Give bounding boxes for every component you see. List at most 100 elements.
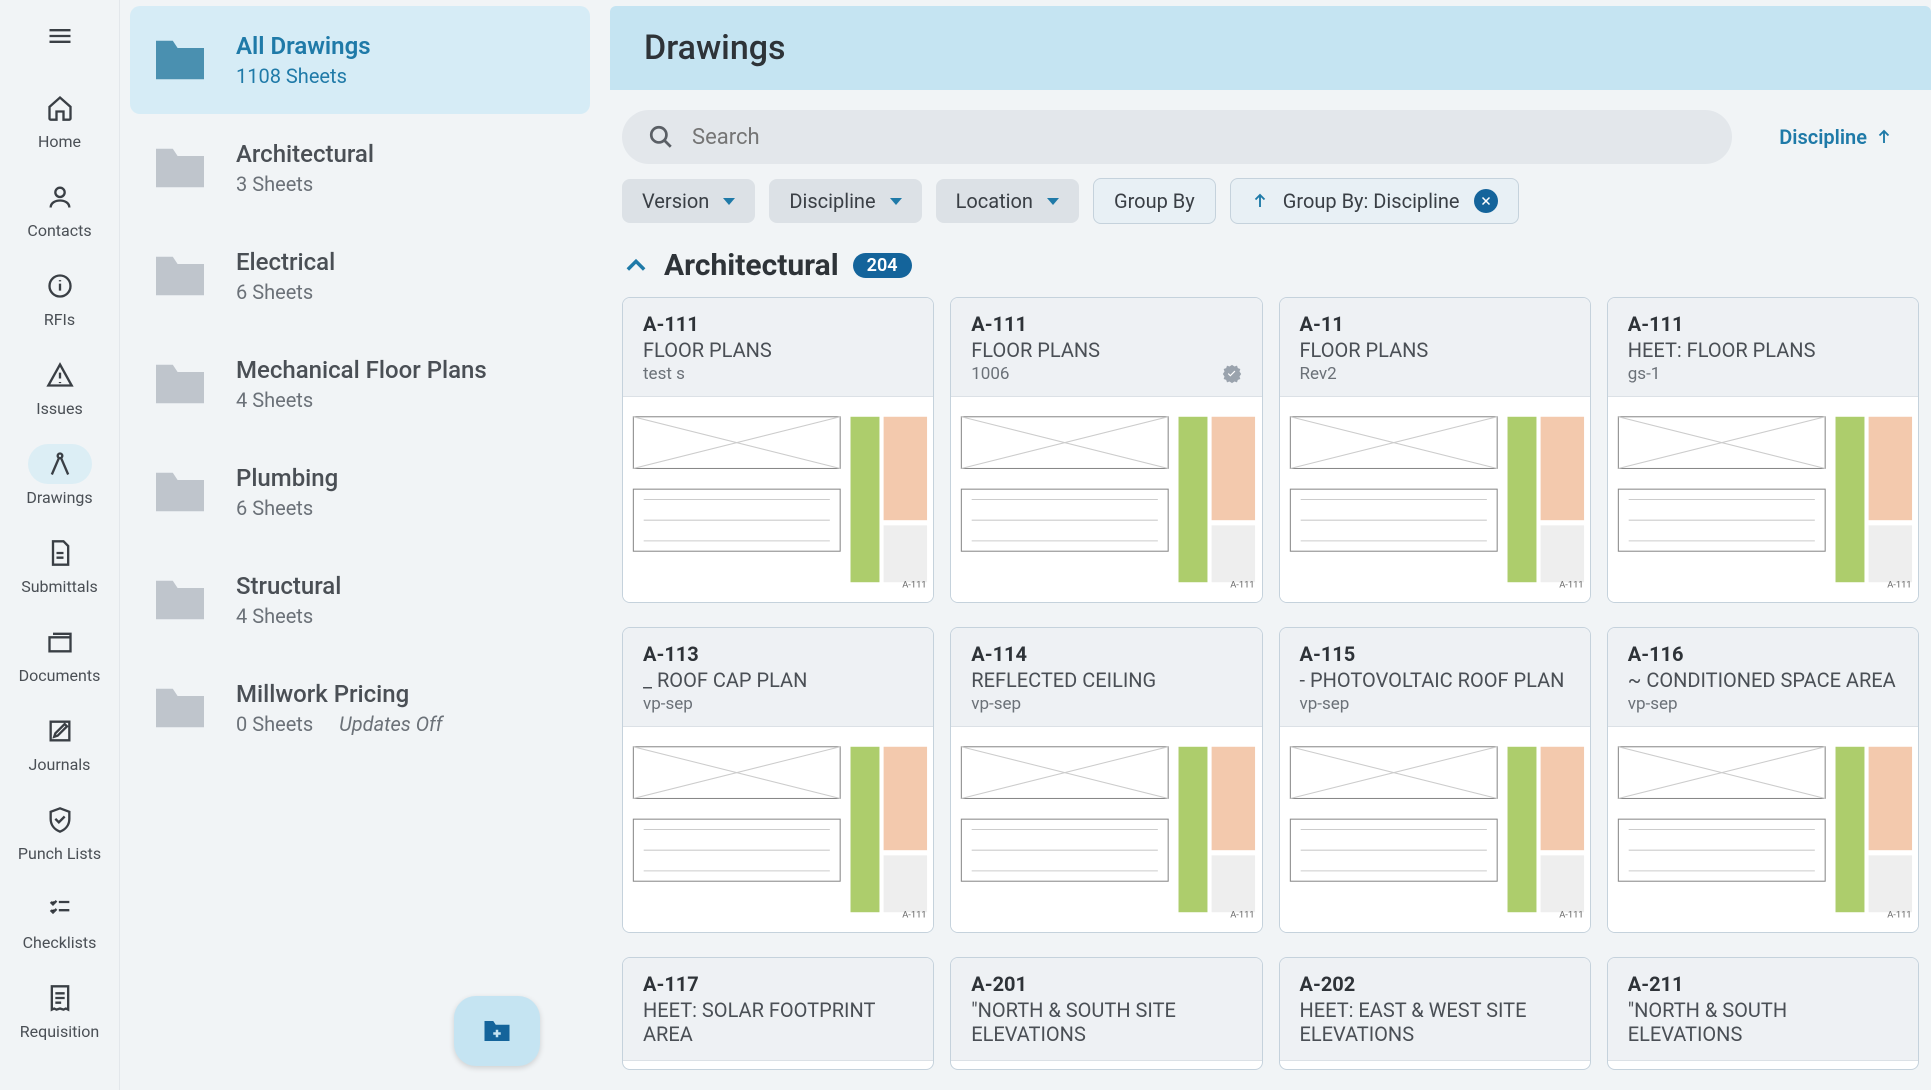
svg-text:A-111: A-111: [1230, 579, 1254, 590]
card-header: A-111 FLOOR PLANS test s: [623, 298, 933, 397]
card-title: FLOOR PLANS: [1300, 338, 1570, 362]
drawing-card[interactable]: A-113 _ ROOF CAP PLAN vp-sep A-111: [622, 627, 934, 933]
card-thumbnail: A-111: [1608, 727, 1918, 932]
nav-label: Journals: [29, 755, 91, 774]
drawing-card[interactable]: A-114 REFLECTED CEILING vp-sep A-111: [950, 627, 1262, 933]
card-thumbnail: A-111: [951, 397, 1261, 602]
drawing-card[interactable]: A-111 FLOOR PLANS test s A-111: [622, 297, 934, 603]
folder-item-all-drawings[interactable]: All Drawings 1108 Sheets: [130, 6, 590, 114]
drawing-card[interactable]: A-11 FLOOR PLANS Rev2 A-111: [1279, 297, 1591, 603]
group-header: Architectural 204: [610, 240, 1931, 297]
folder-icon: [150, 360, 210, 408]
folder-sub: 1108 Sheets: [236, 64, 371, 88]
folder-icon: [150, 576, 210, 624]
folder-icon: [150, 144, 210, 192]
folder-item-millwork[interactable]: Millwork Pricing 0 Sheets Updates Off: [130, 654, 590, 762]
chip-discipline[interactable]: Discipline: [769, 179, 921, 223]
card-title: _ ROOF CAP PLAN: [643, 668, 913, 692]
close-icon: [1480, 195, 1492, 207]
card-thumbnail: A-111: [951, 727, 1261, 932]
folder-icon: [150, 684, 210, 732]
folder-item-electrical[interactable]: Electrical 6 Sheets: [130, 222, 590, 330]
svg-text:A-111: A-111: [902, 909, 926, 920]
page-title: Drawings: [644, 28, 1897, 68]
arrow-up-icon: [1875, 128, 1893, 146]
folder-plus-icon: [482, 1018, 512, 1044]
nav-item-home[interactable]: Home: [0, 78, 119, 161]
nav-label: Punch Lists: [18, 844, 101, 863]
person-icon: [46, 183, 74, 211]
card-number: A-11: [1300, 312, 1570, 336]
drawing-card[interactable]: A-115 - PHOTOVOLTAIC ROOF PLAN vp-sep A-…: [1279, 627, 1591, 933]
nav-item-requisition[interactable]: Requisition: [0, 968, 119, 1051]
folder-sub: 4 Sheets: [236, 388, 487, 412]
card-header: A-116 ~ CONDITIONED SPACE AREA vp-sep: [1608, 628, 1918, 727]
card-title: FLOOR PLANS: [971, 338, 1241, 362]
folder-item-mechanical[interactable]: Mechanical Floor Plans 4 Sheets: [130, 330, 590, 438]
nav-item-journals[interactable]: Journals: [0, 701, 119, 784]
chip-version[interactable]: Version: [622, 179, 755, 223]
folder-title: Millwork Pricing: [236, 680, 443, 708]
nav-rail: Home Contacts RFIs Issues Drawings Submi…: [0, 0, 120, 1090]
card-header: A-117 HEET: SOLAR FOOTPRINT AREA: [623, 958, 933, 1061]
chip-group-by[interactable]: Group By: [1093, 178, 1216, 224]
file-icon: [46, 539, 74, 567]
chip-remove-button[interactable]: [1474, 189, 1498, 213]
chip-label: Group By: Discipline: [1283, 189, 1460, 213]
drawing-card[interactable]: A-211 "NORTH & SOUTH ELEVATIONS: [1607, 957, 1919, 1070]
nav-label: Contacts: [27, 221, 91, 240]
folder-item-plumbing[interactable]: Plumbing 6 Sheets: [130, 438, 590, 546]
folder-updates-off: Updates Off: [339, 712, 442, 736]
sort-label-text: Discipline: [1779, 125, 1867, 149]
card-title: REFLECTED CEILING: [971, 668, 1241, 692]
info-icon: [46, 272, 74, 300]
folder-item-structural[interactable]: Structural 4 Sheets: [130, 546, 590, 654]
main-header: Drawings: [610, 6, 1931, 90]
nav-item-drawings[interactable]: Drawings: [0, 434, 119, 517]
nav-item-contacts[interactable]: Contacts: [0, 167, 119, 250]
nav-item-checklists[interactable]: Checklists: [0, 879, 119, 962]
card-title: "NORTH & SOUTH SITE ELEVATIONS: [971, 998, 1241, 1046]
search-input[interactable]: [692, 125, 1706, 150]
hamburger-button[interactable]: [42, 18, 78, 54]
svg-text:A-111: A-111: [1559, 909, 1583, 920]
card-header: A-211 "NORTH & SOUTH ELEVATIONS: [1608, 958, 1918, 1061]
controls-row: Discipline: [610, 90, 1931, 174]
nav-item-rfis[interactable]: RFIs: [0, 256, 119, 339]
folder-item-architectural[interactable]: Architectural 3 Sheets: [130, 114, 590, 222]
chevron-down-icon: [890, 198, 902, 205]
chip-label: Discipline: [789, 189, 875, 213]
card-title: "NORTH & SOUTH ELEVATIONS: [1628, 998, 1898, 1046]
nav-label: RFIs: [44, 310, 75, 329]
nav-item-documents[interactable]: Documents: [0, 612, 119, 695]
folder-title: Structural: [236, 572, 341, 600]
card-subtitle: vp-sep: [971, 694, 1021, 714]
card-number: A-202: [1300, 972, 1570, 996]
drawing-card[interactable]: A-111 HEET: FLOOR PLANS gs-1 A-111: [1607, 297, 1919, 603]
filter-chip-row: Version Discipline Location Group By Gro…: [610, 174, 1931, 240]
chip-group-by-discipline[interactable]: Group By: Discipline: [1230, 178, 1519, 224]
card-number: A-113: [643, 642, 913, 666]
drawing-card[interactable]: A-117 HEET: SOLAR FOOTPRINT AREA: [622, 957, 934, 1070]
chip-location[interactable]: Location: [936, 179, 1079, 223]
drawing-card[interactable]: A-202 HEET: EAST & WEST SITE ELEVATIONS: [1279, 957, 1591, 1070]
sort-button[interactable]: Discipline: [1779, 125, 1893, 149]
folder-title: Mechanical Floor Plans: [236, 356, 487, 384]
shield-check-icon: [46, 806, 74, 834]
nav-item-issues[interactable]: Issues: [0, 345, 119, 428]
card-header: A-11 FLOOR PLANS Rev2: [1280, 298, 1590, 397]
drawing-card[interactable]: A-111 FLOOR PLANS 1006 A-111: [950, 297, 1262, 603]
search-box[interactable]: [622, 110, 1732, 164]
drawing-card[interactable]: A-201 "NORTH & SOUTH SITE ELEVATIONS: [950, 957, 1262, 1070]
chevron-up-icon[interactable]: [622, 252, 650, 280]
svg-text:A-111: A-111: [902, 579, 926, 590]
nav-label: Issues: [36, 399, 82, 418]
drawing-grid: A-111 FLOOR PLANS test s A-111 A-111 FLO…: [610, 297, 1931, 1090]
nav-item-punch-lists[interactable]: Punch Lists: [0, 790, 119, 873]
drawing-card[interactable]: A-116 ~ CONDITIONED SPACE AREA vp-sep A-…: [1607, 627, 1919, 933]
nav-item-submittals[interactable]: Submittals: [0, 523, 119, 606]
card-title: - PHOTOVOLTAIC ROOF PLAN: [1300, 668, 1570, 692]
add-folder-button[interactable]: [454, 996, 540, 1066]
nav-label: Submittals: [21, 577, 98, 596]
group-title: Architectural: [664, 248, 839, 283]
